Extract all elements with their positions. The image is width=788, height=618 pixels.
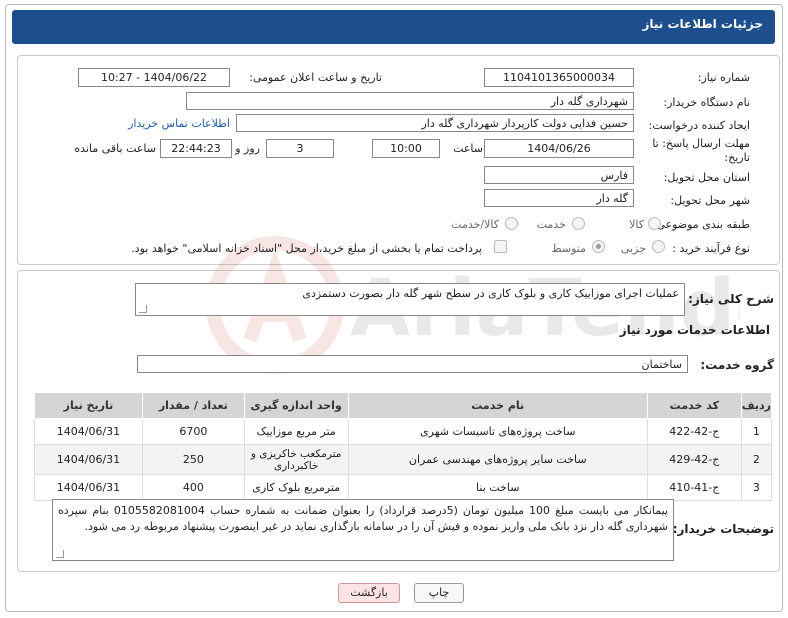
services-section-title: اطلاعات خدمات مورد نیاز — [619, 323, 770, 337]
service-name: ساخت سایر پروژه‌های مهندسی عمران — [347, 444, 648, 475]
category-service-label: خدمت — [536, 218, 566, 231]
col-service-name: نام خدمت — [347, 392, 648, 419]
treasury-payment-checkbox[interactable] — [494, 240, 507, 253]
service-group-field[interactable]: ساختمان — [137, 355, 688, 373]
category-goods-service-radio[interactable] — [505, 217, 518, 230]
summary-label: شرح کلی نیاز: — [688, 292, 774, 306]
process-medium-label: متوسط — [551, 242, 586, 255]
buyer-notes-field[interactable]: پیمانکار می بایست مبلغ 100 میلیون تومان … — [52, 499, 674, 561]
col-need-date: تاریخ نیاز — [34, 392, 143, 419]
row-number: 1 — [740, 418, 773, 445]
resize-handle[interactable] — [139, 305, 147, 313]
buyer-notes-label: توضیحات خریدار: — [672, 522, 774, 536]
col-unit: واحد اندازه گیری — [243, 392, 349, 419]
service-code: ج-42-429 — [646, 444, 742, 475]
category-service-radio[interactable] — [572, 217, 585, 230]
treasury-payment-note: پرداخت تمام یا بخشی از مبلغ خرید،از محل … — [131, 242, 482, 255]
summary-text: عملیات اجرای موزاییک کاری و بلوک کاری در… — [302, 287, 679, 300]
row-number: 3 — [740, 474, 773, 501]
buyer-contact-link[interactable]: اطلاعات تماس خریدار — [128, 117, 230, 130]
unit: متر مربع موزاییک — [243, 418, 349, 445]
col-quantity: تعداد / مقدار — [141, 392, 245, 419]
category-goods-service-label: کالا/خدمت — [451, 218, 499, 231]
deadline-label-line2: تاریخ: — [724, 151, 750, 164]
buyer-org-label: نام دستگاه خریدار: — [663, 96, 750, 109]
need-number-field[interactable]: 1104101365000034 — [484, 68, 634, 87]
col-service-code: کد خدمت — [646, 392, 742, 419]
deadline-time-label: ساعت — [453, 142, 483, 155]
deadline-date-field[interactable]: 1404/06/26 — [484, 139, 634, 158]
deadline-time-field[interactable]: 10:00 — [372, 139, 440, 158]
announce-datetime-label: تاریخ و ساعت اعلان عمومی: — [249, 71, 382, 84]
deadline-label-line1: مهلت ارسال پاسخ: تا — [652, 137, 750, 150]
resize-handle[interactable] — [56, 550, 64, 558]
category-label: طبقه بندی موضوعی: — [652, 218, 750, 231]
remaining-time-label: ساعت باقی مانده — [74, 142, 156, 155]
service-name: ساخت پروژه‌های تاسیسات شهری — [347, 418, 648, 445]
quantity: 250 — [141, 444, 245, 475]
services-table: ردیف کد خدمت نام خدمت واحد اندازه گیری ت… — [34, 392, 773, 501]
unit: مترمربع بلوک کاری — [243, 474, 349, 501]
unit: مترمکعب خاکریزی و خاکبرداری — [243, 444, 349, 475]
quantity: 400 — [141, 474, 245, 501]
service-code: ج-41-410 — [646, 474, 742, 501]
table-row: 3 ج-41-410 ساخت بنا مترمربع بلوک کاری 40… — [34, 474, 773, 501]
province-label: استان محل تحویل: — [663, 171, 750, 184]
summary-field[interactable]: عملیات اجرای موزاییک کاری و بلوک کاری در… — [135, 283, 685, 316]
need-date: 1404/06/31 — [34, 418, 143, 445]
page-header: جزئیات اطلاعات نیاز — [12, 10, 775, 44]
need-date: 1404/06/31 — [34, 474, 143, 501]
table-row: 2 ج-42-429 ساخت سایر پروژه‌های مهندسی عم… — [34, 444, 773, 475]
need-number-label: شماره نیاز: — [697, 71, 750, 84]
back-button[interactable]: بازگشت — [338, 583, 400, 603]
process-partial-radio[interactable] — [652, 240, 665, 253]
city-label: شهر محل تحویل: — [670, 194, 750, 207]
announce-datetime-field[interactable]: 1404/06/22 - 10:27 — [78, 68, 230, 87]
service-code: ج-42-422 — [646, 418, 742, 445]
service-name: ساخت بنا — [347, 474, 648, 501]
process-type-label: نوع فرآیند خرید : — [672, 242, 750, 255]
need-date: 1404/06/31 — [34, 444, 143, 475]
page-title: جزئیات اطلاعات نیاز — [642, 17, 763, 31]
service-group-label: گروه خدمت: — [700, 358, 774, 372]
creator-label: ایجاد کننده درخواست: — [648, 119, 750, 132]
remaining-time-field[interactable]: 22:44:23 — [160, 139, 232, 158]
city-field[interactable]: گله دار — [484, 189, 634, 207]
quantity: 6700 — [141, 418, 245, 445]
col-row: ردیف — [740, 392, 773, 419]
creator-field[interactable]: حسین فدایی دولت کارپرداز شهرداری گله دار — [236, 114, 634, 132]
services-table-header: ردیف کد خدمت نام خدمت واحد اندازه گیری ت… — [34, 392, 773, 419]
category-goods-label: کالا — [629, 218, 644, 231]
print-button[interactable]: چاپ — [414, 583, 464, 603]
buyer-notes-text: پیمانکار می بایست مبلغ 100 میلیون تومان … — [58, 504, 668, 533]
days-remaining-field[interactable]: 3 — [266, 139, 334, 158]
process-partial-label: جزیی — [620, 242, 646, 255]
days-label: روز و — [235, 142, 260, 155]
buyer-org-field[interactable]: شهرداری گله دار — [186, 92, 634, 110]
table-row: 1 ج-42-422 ساخت پروژه‌های تاسیسات شهری م… — [34, 418, 773, 445]
process-medium-radio[interactable] — [592, 240, 605, 253]
category-goods-radio[interactable] — [648, 217, 661, 230]
province-field[interactable]: فارس — [484, 166, 634, 184]
row-number: 2 — [740, 444, 773, 475]
